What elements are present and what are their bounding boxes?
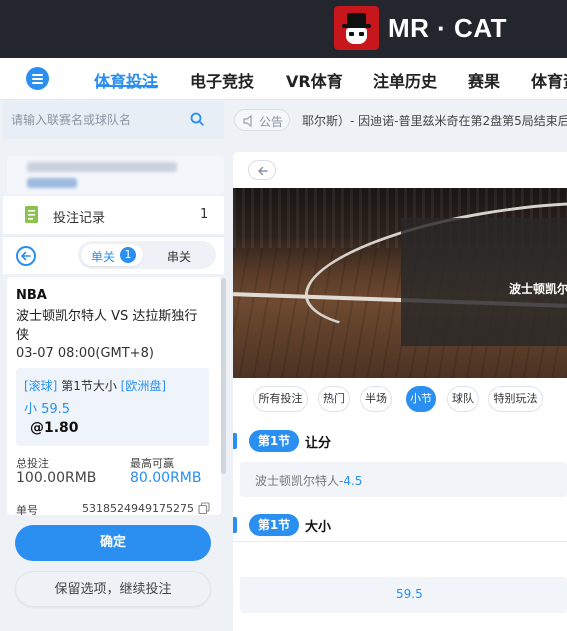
market-header[interactable]: 第1节 大小 xyxy=(233,510,567,540)
single-count-badge: 1 xyxy=(120,247,136,263)
bet-record-label: 投注记录 xyxy=(53,211,106,226)
bet-record-row[interactable]: 投注记录 1 xyxy=(3,196,224,234)
period-badge: 第1节 xyxy=(249,514,299,536)
announcement-bar: 公告 耶尔斯）- 因迪诺-普里兹米奇在第2盘第5局结束后弃 xyxy=(226,101,567,139)
selection-team: 波士顿凯尔特人 xyxy=(255,474,340,488)
max-win-value: 80.00RMB xyxy=(130,470,202,486)
market-title: 大小 xyxy=(305,520,332,535)
bet-slip-card: NBA 波士顿凯尔特人 VS 达拉斯独行侠 03-07 08:00(GMT+8)… xyxy=(7,277,221,515)
copy-icon[interactable] xyxy=(198,502,210,514)
search-icon[interactable] xyxy=(190,112,204,126)
selection-value: 小 59.5 xyxy=(24,402,71,417)
filter-team[interactable]: 球队 xyxy=(447,386,479,412)
filter-popular[interactable]: 热门 xyxy=(318,386,350,412)
live-video[interactable]: 波士顿凯尔特人 xyxy=(233,188,567,378)
overlay-team-name: 波士顿凯尔特人 xyxy=(509,282,567,296)
nav-tab-bet-history[interactable]: 注单历史 xyxy=(373,68,437,92)
match-detail-panel: 波士顿凯尔特人 所有投注 热门 半场 小节 球队 特别玩法 第1节 让分 波士顿… xyxy=(233,152,567,631)
announcement-label[interactable]: 公告 xyxy=(234,109,290,131)
league-name: NBA xyxy=(16,288,47,303)
market-line: [滚球] 第1节大小 [欧洲盘] xyxy=(24,379,167,393)
nav-tab-vr-sports[interactable]: VR体育 xyxy=(286,68,343,92)
tab-parlay[interactable]: 串关 xyxy=(167,248,191,265)
nav-tab-sports-info[interactable]: 体育资 xyxy=(531,68,567,92)
slip-header: 单关 1 串关 xyxy=(3,236,224,274)
confirm-button[interactable]: 确定 xyxy=(15,525,211,561)
match-time: 03-07 08:00(GMT+8) xyxy=(16,346,154,361)
brand-logo[interactable]: MR · CAT xyxy=(334,6,507,50)
slip-mode-tabs: 单关 1 串关 xyxy=(78,241,216,269)
top-bar: MR · CAT xyxy=(0,0,567,58)
selection-row-empty xyxy=(233,541,567,577)
stake-label: 总投注 xyxy=(16,457,49,470)
scoreboard-overlay: 波士顿凯尔特人 xyxy=(401,218,567,346)
match-title: 波士顿凯尔特人 VS 达拉斯独行侠 xyxy=(16,309,198,343)
speaker-icon xyxy=(243,115,252,127)
nav-tab-results[interactable]: 赛果 xyxy=(468,68,500,92)
market-header[interactable]: 第1节 让分 xyxy=(233,426,567,456)
market-title: 让分 xyxy=(305,436,332,451)
main-nav: 体育投注 电子竞技 VR体育 注单历史 赛果 体育资 xyxy=(0,58,567,100)
keep-selection-button[interactable]: 保留选项，继续投注 xyxy=(15,571,211,607)
filter-quarter[interactable]: 小节 xyxy=(406,386,436,412)
brand-name: MR · CAT xyxy=(388,12,508,43)
back-arrow-icon[interactable] xyxy=(16,246,36,266)
order-number-value: 5318524949175275 xyxy=(82,502,194,515)
selection-line: -4.5 xyxy=(339,474,363,488)
stake-value: 100.00RMB xyxy=(16,470,97,486)
order-number-label: 单号 xyxy=(16,504,38,515)
account-info-blurred xyxy=(7,156,224,194)
search-input[interactable] xyxy=(11,109,181,131)
period-badge: 第1节 xyxy=(249,430,299,452)
selection-value: 59.5 xyxy=(396,587,423,601)
selection-odds: @1.80 xyxy=(30,420,79,436)
tab-single-bet[interactable]: 单关 1 xyxy=(81,244,143,266)
max-win-label: 最高可赢 xyxy=(130,457,174,470)
selection-row[interactable]: 波士顿凯尔特人-4.5 xyxy=(240,462,567,497)
bet-record-count: 1 xyxy=(200,207,209,222)
search-bar xyxy=(3,101,224,139)
filter-all-bets[interactable]: 所有投注 xyxy=(253,386,308,412)
filter-specials[interactable]: 特别玩法 xyxy=(488,386,543,412)
slip-scrollbar[interactable] xyxy=(221,278,226,474)
nav-tab-esports[interactable]: 电子竞技 xyxy=(190,68,254,92)
cat-logo-icon xyxy=(334,6,379,50)
back-arrow-icon[interactable] xyxy=(248,160,276,180)
document-icon xyxy=(25,206,38,223)
filter-half[interactable]: 半场 xyxy=(360,386,392,412)
nav-tab-sports[interactable]: 体育投注 xyxy=(94,68,158,92)
announcement-text: 耶尔斯）- 因迪诺-普里兹米奇在第2盘第5局结束后弃 xyxy=(302,114,567,128)
menu-icon[interactable] xyxy=(26,67,49,90)
selection-box: [滚球] 第1节大小 [欧洲盘] 小 59.5 @1.80 xyxy=(16,368,209,446)
selection-row[interactable]: 59.5 xyxy=(240,577,567,613)
active-tab-indicator xyxy=(96,85,158,87)
